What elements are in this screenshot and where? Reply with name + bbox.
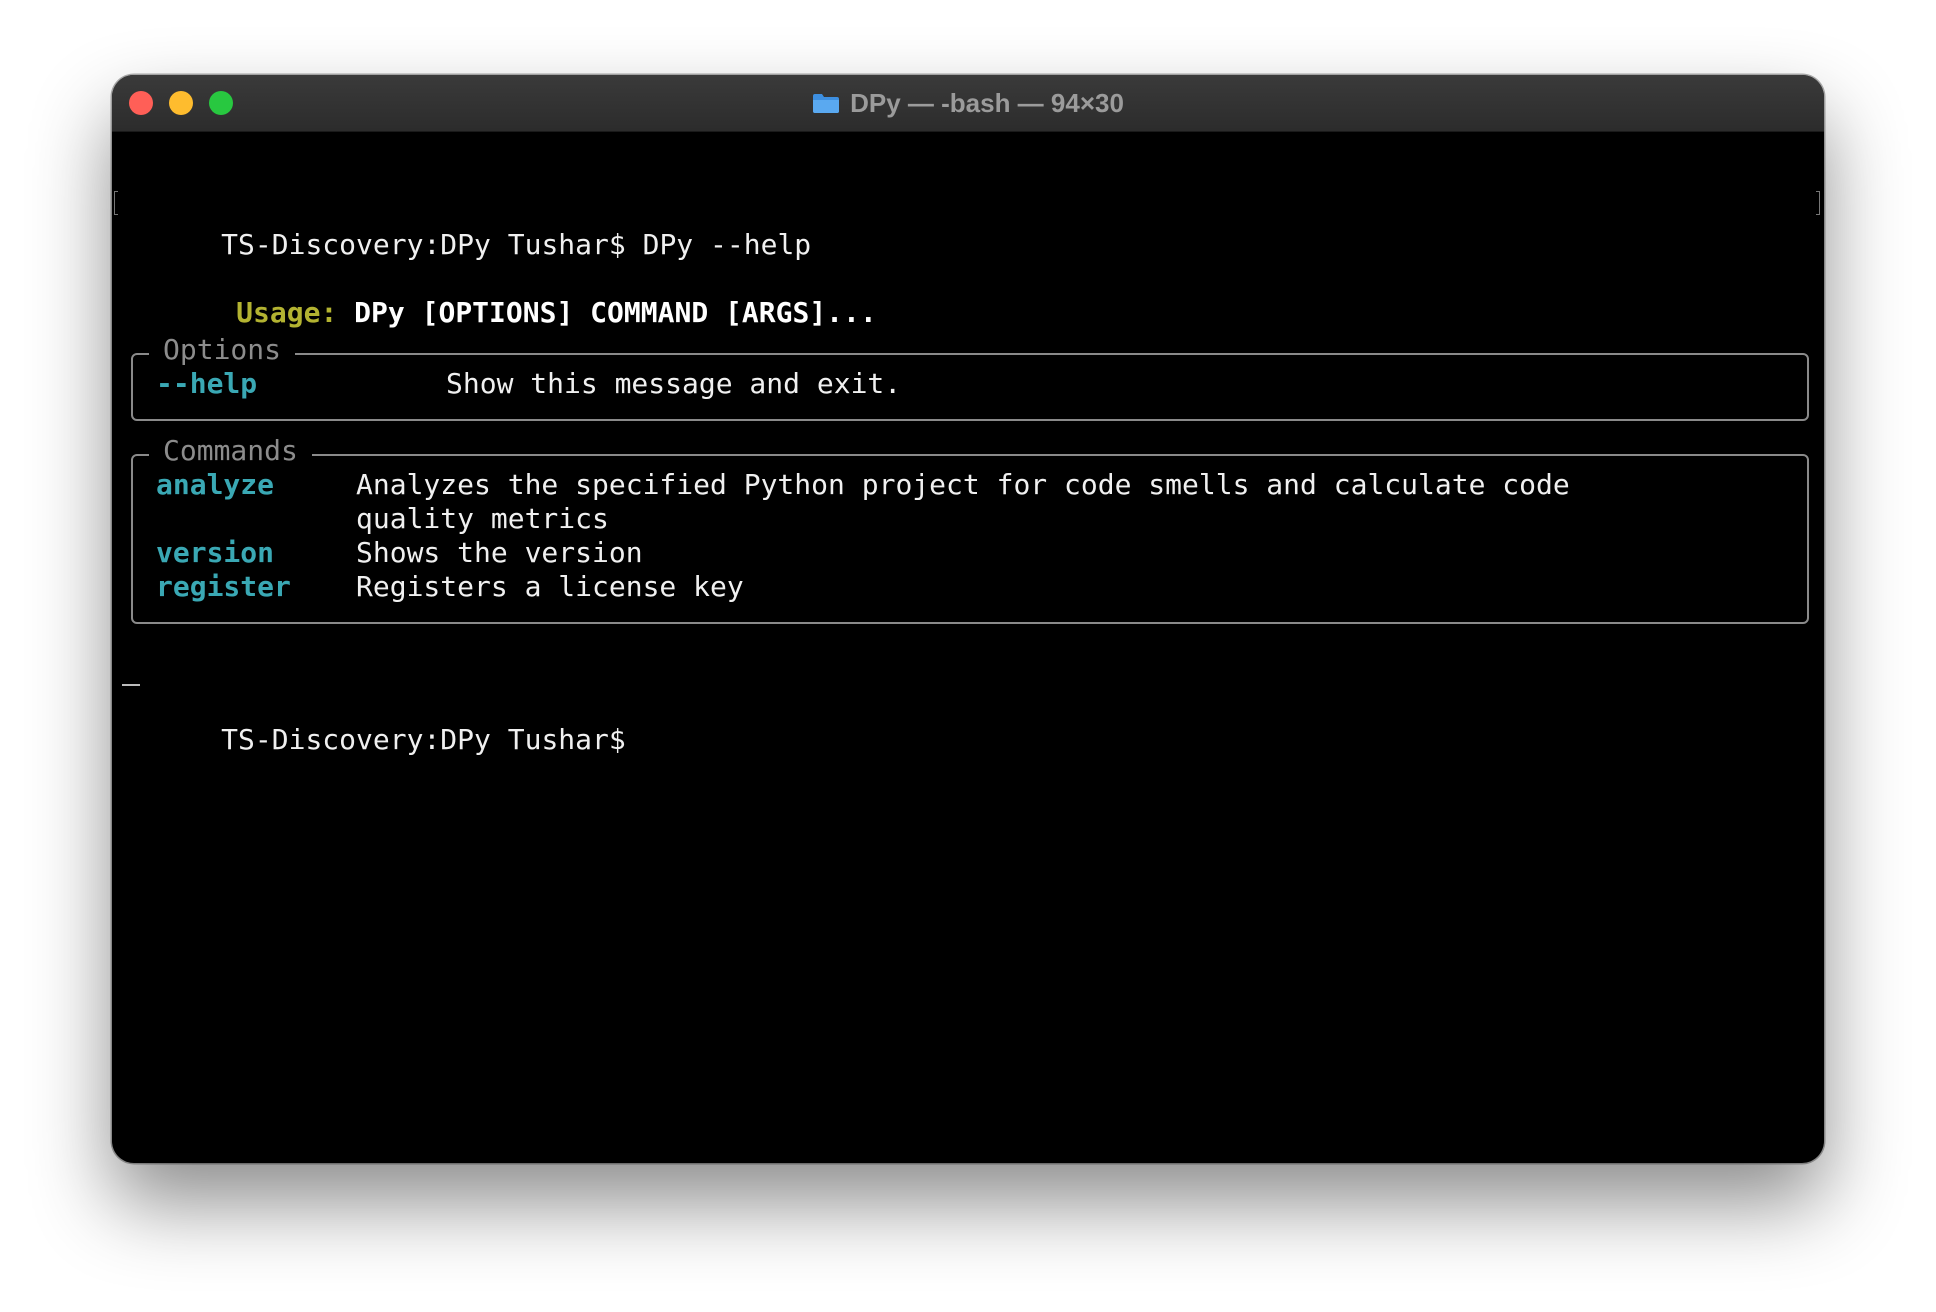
command-register-description: Registers a license key	[356, 570, 744, 603]
window-title-container: DPy — -bash — 94×30	[112, 75, 1824, 131]
command-version-description: Shows the version	[356, 536, 643, 569]
command-analyze-name: analyze	[156, 468, 275, 501]
prompt-text: TS-Discovery:DPy Tushar$	[221, 228, 626, 261]
option-help-description: Show this message and exit.	[446, 367, 902, 400]
usage-text: DPy [OPTIONS] COMMAND [ARGS]...	[354, 296, 877, 329]
cursor-mark	[122, 684, 140, 686]
options-panel-title: Options	[149, 333, 296, 367]
scroll-mark-left	[114, 191, 118, 215]
command-analyze-description-cont: quality metrics	[356, 502, 609, 535]
commands-panel-title: Commands	[149, 434, 312, 468]
command-register-name: register	[156, 570, 291, 603]
option-help-name: --help	[156, 367, 258, 400]
command-line: TS-Discovery:DPy Tushar$ DPy --help	[120, 194, 811, 261]
command-analyze-description: Analyzes the specified Python project fo…	[356, 468, 1570, 501]
usage-line: Usage: DPy [OPTIONS] COMMAND [ARGS]...	[135, 262, 877, 329]
folder-icon	[813, 94, 840, 113]
final-prompt-text: TS-Discovery:DPy Tushar$	[221, 723, 626, 756]
command-version-name: version	[156, 536, 275, 569]
options-panel: Options --help Show this message and exi…	[131, 333, 1809, 421]
usage-label: Usage:	[236, 296, 338, 329]
terminal-window: DPy — -bash — 94×30 TS-Discovery:DPy Tus…	[112, 75, 1824, 1163]
final-prompt-line: TS-Discovery:DPy Tushar$	[120, 689, 626, 756]
scroll-mark-right	[1816, 191, 1820, 215]
commands-panel: Commands analyze Analyzes the specified …	[131, 434, 1809, 624]
window-title: DPy — -bash — 94×30	[850, 87, 1124, 118]
command-text: DPy --help	[642, 228, 812, 261]
title-bar[interactable]: DPy — -bash — 94×30	[112, 75, 1824, 132]
terminal-content[interactable]: TS-Discovery:DPy Tushar$ DPy --help Usag…	[114, 131, 1820, 1163]
